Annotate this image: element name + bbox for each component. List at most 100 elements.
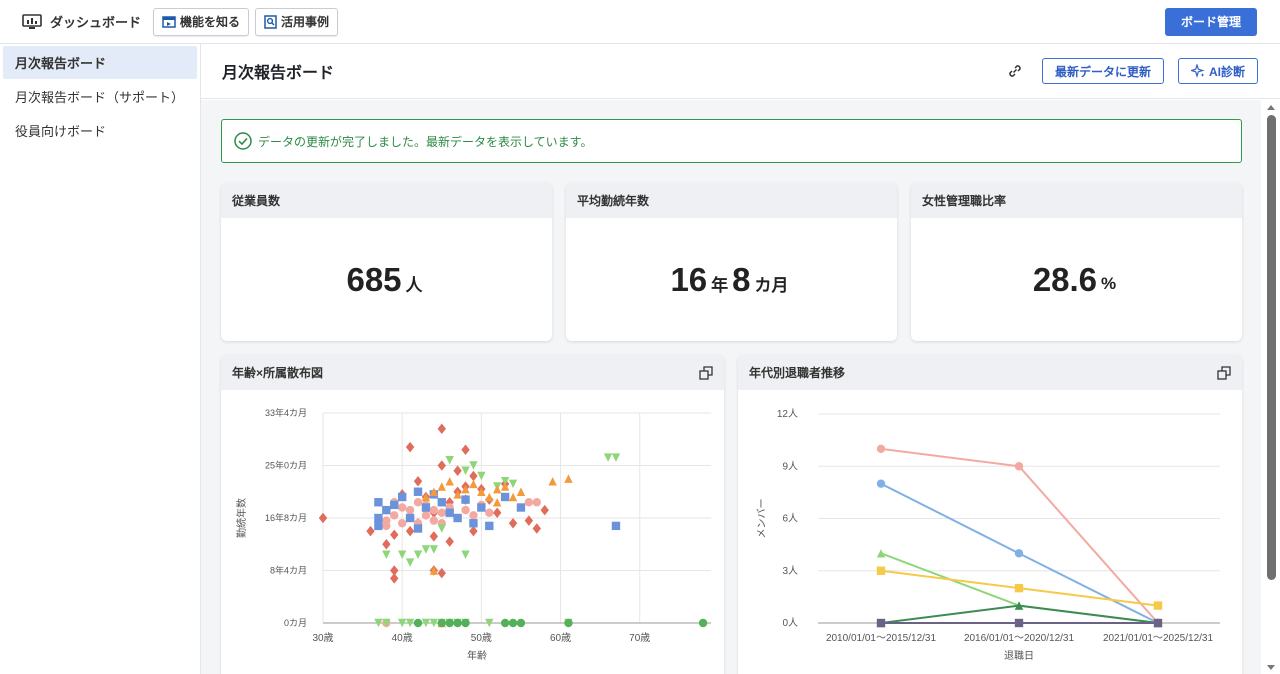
scroll-down-icon[interactable] (1263, 662, 1279, 674)
x-tick-label: 40歳 (392, 632, 413, 644)
app-brand[interactable]: ダッシュボード (22, 12, 141, 31)
scatter-point (469, 470, 478, 482)
scroll-up-icon[interactable] (1263, 102, 1279, 114)
scatter-point (453, 465, 462, 476)
x-tick-label: 70歳 (629, 632, 650, 644)
x-tick-label: 60歳 (550, 632, 571, 644)
scatter-point (405, 525, 415, 537)
scatter-point (469, 525, 478, 537)
line-plot: 0人 3人 6人 9人 12人 2010/01/01～2015/12/31 2016/01/… (756, 408, 1220, 662)
scatter-point (397, 550, 407, 559)
scatter-point (477, 471, 486, 481)
scatter-point (461, 466, 470, 475)
y-axis-label: 勤続年数 (235, 498, 248, 538)
scatter-point (445, 618, 454, 628)
scatter-point (437, 482, 446, 491)
scatter-point (508, 618, 518, 628)
scatter-point (445, 536, 454, 547)
scatter-point (382, 550, 391, 559)
scatter-point (437, 460, 446, 471)
scatter-point (508, 518, 518, 529)
scatter-point (405, 441, 415, 453)
scatter-point (366, 525, 375, 537)
scatter-point (493, 498, 502, 507)
sidebar-item-monthly[interactable]: 月次報告ボード (3, 46, 197, 79)
scatter-point (500, 618, 510, 628)
y-tick-label: 16年8カ月 (265, 512, 307, 523)
board-header: 月次報告ボード 最新データに更新 AI診断 (201, 44, 1280, 99)
scatter-point (493, 507, 502, 518)
x-axis-label: 年齢 (467, 649, 487, 662)
scatter-point (445, 456, 454, 465)
kpi-title: 従業員数 (232, 194, 281, 208)
scatter-point (429, 531, 439, 542)
top-bar: ダッシュボード 機能を知る 活用事例 ボード管理 (0, 0, 1280, 44)
scatter-point (469, 511, 478, 520)
scatter-point (508, 492, 518, 502)
y-tick-label: 33年4カ月 (265, 407, 307, 418)
scatter-point (390, 529, 399, 540)
data-point (1153, 618, 1163, 628)
data-point (876, 549, 886, 558)
link-icon[interactable] (1006, 62, 1024, 80)
check-circle-icon (234, 132, 252, 150)
scatter-point (477, 503, 486, 512)
x-tick-label: 2021/01/01～2025/12/31 (1103, 633, 1214, 644)
scatter-point (461, 495, 470, 504)
scrollbar-thumb[interactable] (1267, 115, 1276, 580)
scatter-point (698, 618, 708, 628)
scatter-point (374, 521, 383, 531)
sidebar-item-monthly-support[interactable]: 月次報告ボード（サポート） (3, 80, 197, 113)
scatter-point (413, 498, 423, 507)
vertical-scrollbar[interactable] (1263, 100, 1279, 674)
features-button[interactable]: 機能を知る (153, 7, 250, 36)
scatter-point (516, 618, 526, 628)
ai-diagnosis-button[interactable]: AI診断 (1177, 58, 1258, 84)
scatter-point (374, 513, 383, 523)
y-tick-label: 25年0カ月 (265, 460, 307, 471)
x-axis-label: 退職日 (1004, 650, 1034, 662)
kpi-value-months: 8 (732, 260, 751, 298)
scatter-point (524, 498, 534, 507)
scatter-point (405, 505, 415, 515)
line-chart-card: 年代別退職者推移 0人 3人 6人 9人 12人 2010/01/01～2015/12/3… (738, 355, 1242, 674)
scatter-point (611, 453, 621, 462)
expand-icon[interactable] (699, 365, 713, 380)
refresh-label: 最新データに更新 (1054, 64, 1151, 79)
kpi-unit: % (1101, 273, 1117, 293)
scatter-point (469, 519, 478, 528)
refresh-data-button[interactable]: 最新データに更新 (1041, 58, 1164, 84)
scatter-point (516, 503, 526, 512)
scatter-point (500, 492, 510, 502)
window-icon (162, 15, 176, 28)
scatter-point (405, 558, 415, 567)
data-point (876, 566, 886, 575)
page-title: 月次報告ボード (222, 65, 335, 82)
sidebar-item-executive[interactable]: 役員向けボード (3, 114, 197, 147)
x-tick-label: 2010/01/01～2015/12/31 (826, 633, 937, 644)
data-point (876, 444, 886, 454)
expand-icon[interactable] (1217, 365, 1231, 380)
kpi-unit-years: 年 (711, 276, 729, 295)
scatter-point (461, 505, 470, 515)
scatter-point (397, 503, 407, 512)
success-notice: データの更新が完了しました。最新データを表示しています。 (221, 119, 1242, 163)
dashboard-icon (22, 13, 42, 29)
scatter-point (540, 504, 549, 516)
x-tick-label: 2016/01/01～2020/12/31 (964, 633, 1075, 644)
y-tick-label: 6人 (782, 513, 798, 525)
scatter-point (445, 508, 454, 517)
features-label: 機能を知る (180, 15, 241, 29)
cases-button[interactable]: 活用事例 (255, 7, 339, 36)
notice-text: データの更新が完了しました。最新データを表示しています。 (258, 134, 593, 149)
scatter-point (437, 498, 446, 507)
scatter-point (413, 524, 423, 533)
kpi-value: 28.6 (1032, 260, 1098, 298)
scatter-point (524, 515, 534, 526)
kpi-title: 女性管理職比率 (922, 194, 1007, 208)
board-manage-button[interactable]: ボード管理 (1164, 7, 1257, 36)
scatter-point (461, 550, 470, 559)
kpi-card-tenure: 平均勤続年数 16 年 8 カ月 (566, 183, 897, 341)
scatter-point (318, 512, 328, 524)
y-tick-label: 3人 (782, 565, 798, 577)
